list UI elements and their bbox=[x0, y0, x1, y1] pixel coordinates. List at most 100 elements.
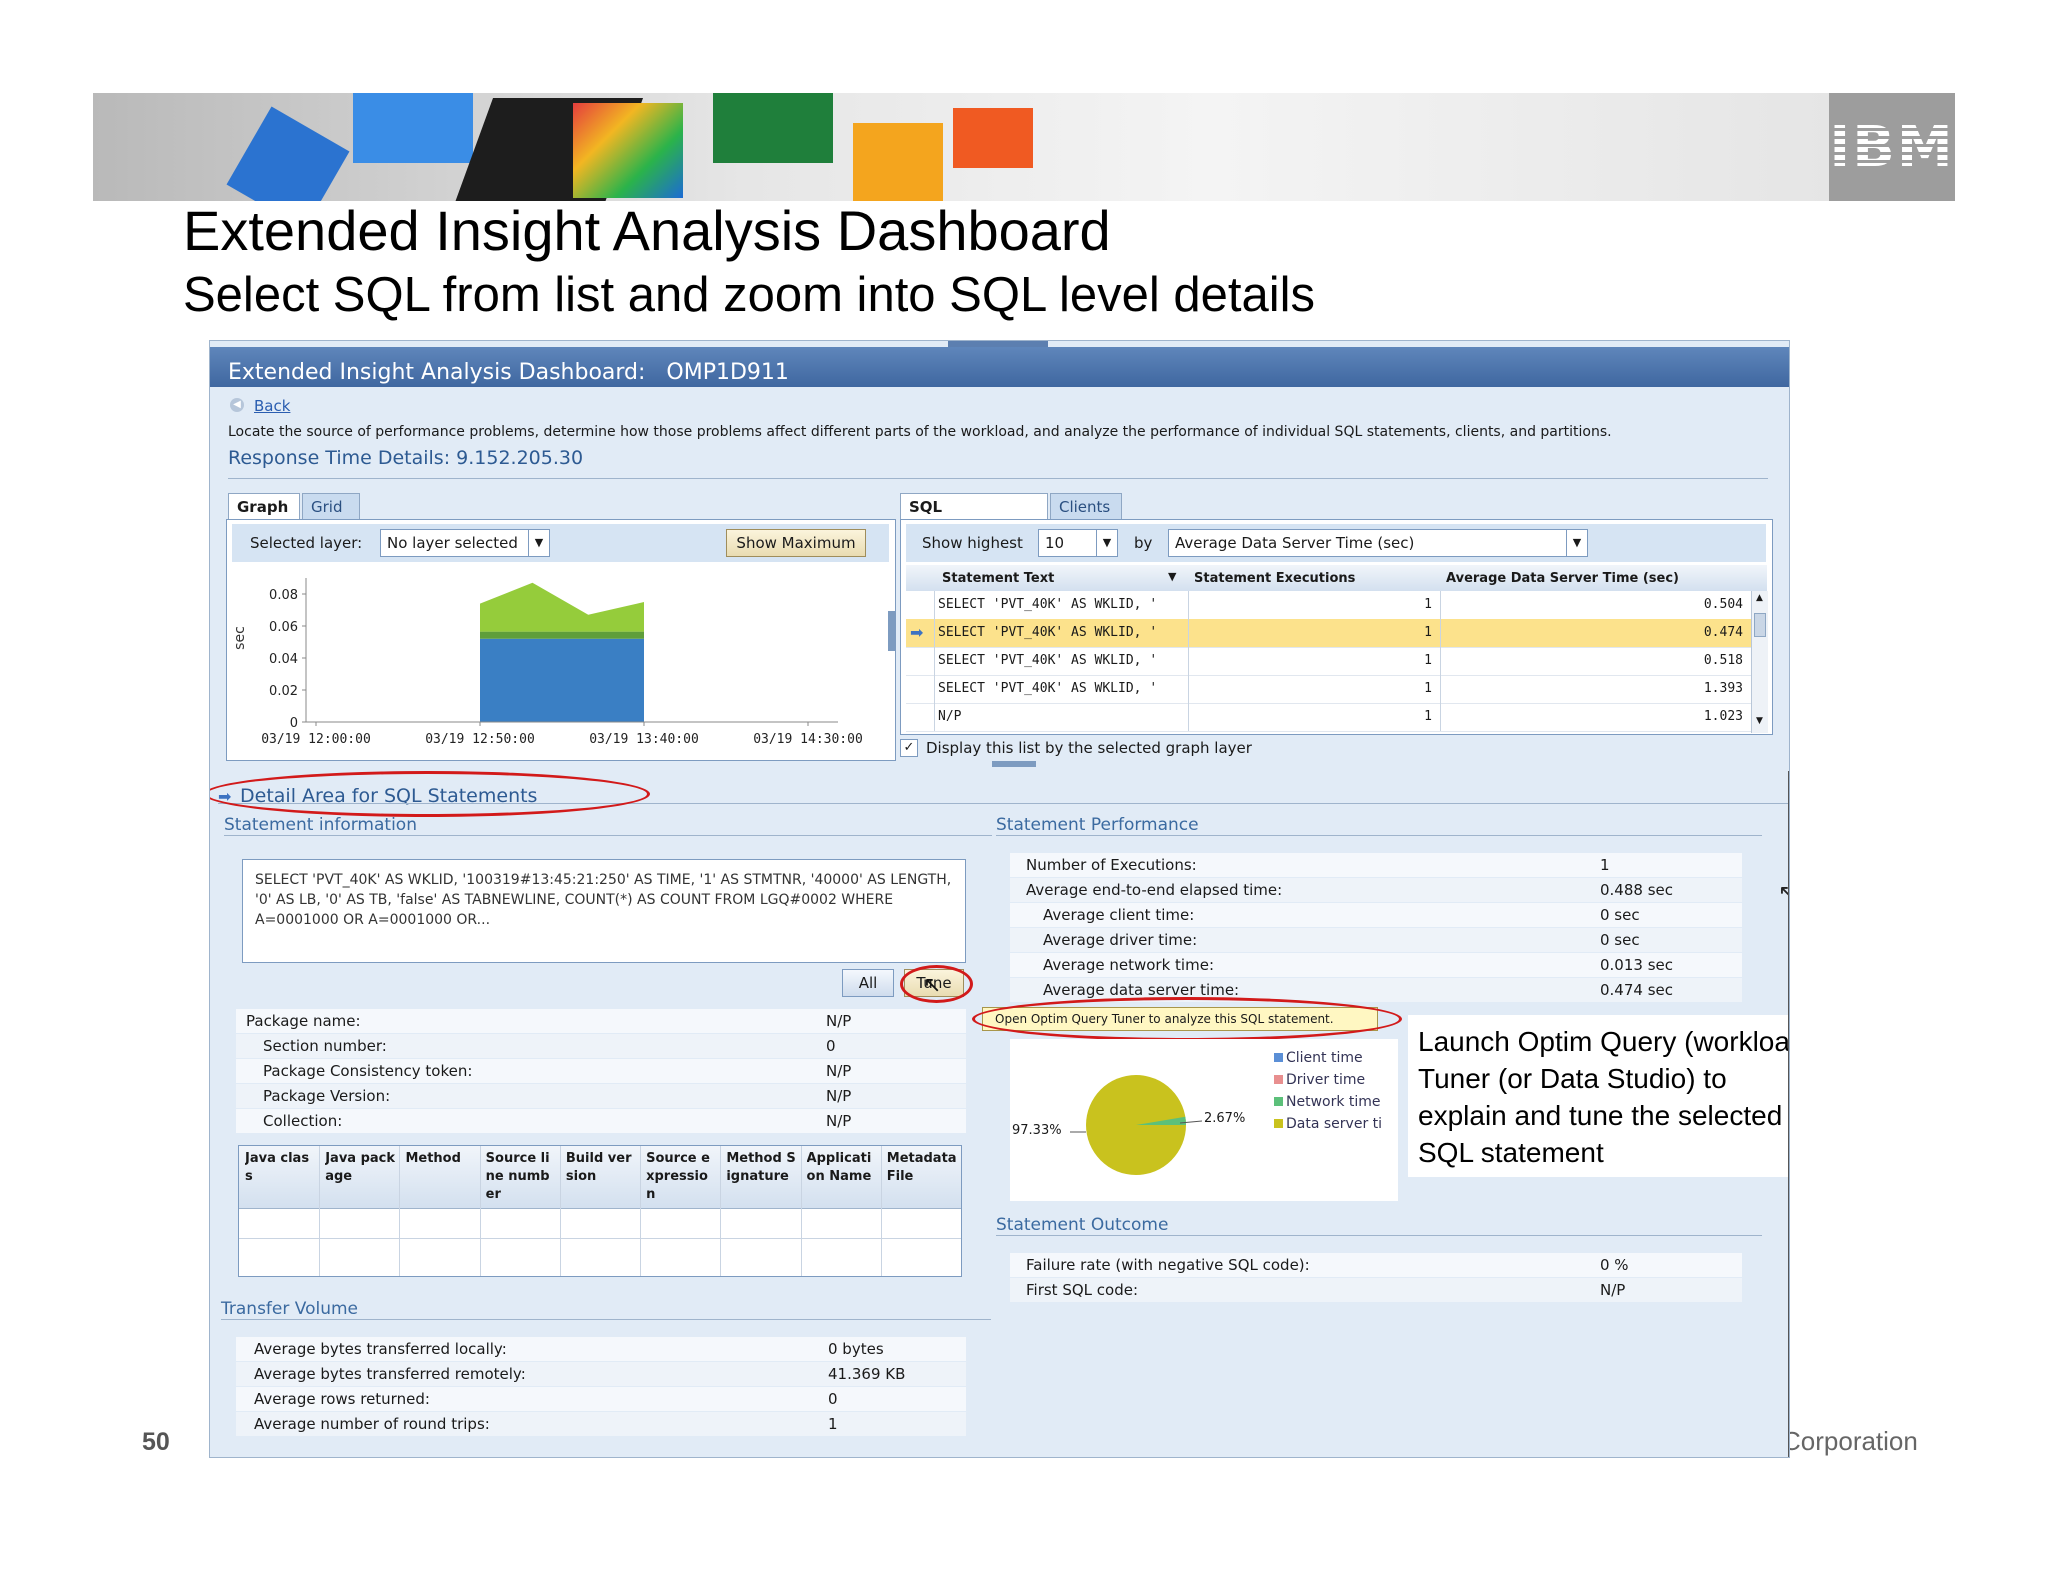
y-axis-ticks: 0.08 0.06 0.04 0.02 0 bbox=[269, 588, 306, 731]
info-value: N/P bbox=[826, 1087, 852, 1105]
column-divider bbox=[934, 675, 935, 703]
statement-information-head: Statement information bbox=[224, 815, 417, 835]
y-tick-label: 0.08 bbox=[269, 588, 298, 603]
splitter-handle[interactable] bbox=[992, 761, 1036, 767]
java-col-header[interactable]: Metadata File bbox=[887, 1150, 957, 1206]
display-by-layer-label: Display this list by the selected graph … bbox=[926, 739, 1252, 757]
cell-statement-text: SELECT 'PVT_40K' AS WKLID, '... bbox=[938, 625, 1160, 640]
java-col-header[interactable]: Method bbox=[405, 1150, 475, 1206]
sql-grid-scrollbar[interactable]: ▲ ▼ bbox=[1751, 591, 1768, 733]
col-avg-data-server-time[interactable]: Average Data Server Time (sec) bbox=[1446, 571, 1679, 586]
scroll-down-icon[interactable]: ▼ bbox=[1754, 716, 1765, 730]
pie-label-big: 97.33% bbox=[1012, 1123, 1062, 1138]
column-divider bbox=[800, 1146, 802, 1276]
dashboard-description: Locate the source of performance problem… bbox=[228, 424, 1612, 440]
chart-area-series-0 bbox=[480, 638, 644, 722]
ibm-logo: IBM bbox=[1829, 115, 1955, 180]
cell-statement-text: SELECT 'PVT_40K' AS WKLID, '... bbox=[938, 681, 1160, 696]
transfer-volume-head: Transfer Volume bbox=[221, 1299, 358, 1319]
display-by-layer-checkbox[interactable]: ✓ bbox=[900, 739, 918, 757]
layer-select[interactable]: No layer selected ▼ bbox=[380, 529, 550, 557]
java-col-header[interactable]: Method Signature bbox=[726, 1150, 796, 1206]
java-col-header[interactable]: Java package bbox=[325, 1150, 395, 1206]
column-divider bbox=[880, 1146, 882, 1276]
x-tick-label: 03/19 12:00:00 bbox=[261, 732, 371, 747]
time-breakdown-pie-chart: 97.33% 2.67% Client time Driver time Netwo… bbox=[1010, 1039, 1398, 1201]
tab-grid[interactable]: Grid bbox=[302, 493, 360, 519]
cell-statement-text: N/P bbox=[938, 709, 962, 724]
by-label: by bbox=[1134, 534, 1153, 552]
table-row[interactable]: SELECT 'PVT_40K' AS WKLID, '... 1 0.504 bbox=[906, 591, 1751, 620]
java-col-header[interactable]: Source line number bbox=[486, 1150, 556, 1206]
table-row[interactable]: ➡ SELECT 'PVT_40K' AS WKLID, '... 1 0.474 bbox=[906, 619, 1751, 648]
info-row: Section number: 0 bbox=[236, 1034, 966, 1058]
pie-label-small: 2.67% bbox=[1204, 1111, 1246, 1126]
legend-swatch bbox=[1274, 1119, 1283, 1128]
all-button[interactable]: All bbox=[842, 969, 894, 997]
java-col-header[interactable]: Application Name bbox=[807, 1150, 877, 1206]
callout-line: Tuner (or Data Studio) to bbox=[1418, 1063, 1727, 1094]
tab-clients[interactable]: Clients bbox=[1050, 493, 1122, 519]
table-row[interactable]: SELECT 'PVT_40K' AS WKLID, '... 1 1.393 bbox=[906, 675, 1751, 704]
y-tick-label: 0 bbox=[290, 716, 298, 731]
info-key: Average bytes transferred locally: bbox=[254, 1340, 507, 1358]
info-value: 0 sec bbox=[1600, 931, 1640, 949]
dashboard-header: Extended Insight Analysis Dashboard: OMP… bbox=[210, 347, 1789, 387]
scroll-up-icon[interactable]: ▲ bbox=[1754, 593, 1765, 607]
cell-executions: 1 bbox=[1424, 681, 1432, 696]
show-maximum-button[interactable]: Show Maximum bbox=[726, 529, 866, 557]
java-col-header[interactable]: Source expression bbox=[646, 1150, 716, 1206]
info-row: Average bytes transferred locally: 0 byte… bbox=[236, 1337, 966, 1361]
java-col-header[interactable]: Java class bbox=[245, 1150, 315, 1206]
cell-executions: 1 bbox=[1424, 709, 1432, 724]
col-statement-executions[interactable]: Statement Executions bbox=[1194, 571, 1355, 586]
show-highest-select[interactable]: 10 ▼ bbox=[1038, 529, 1118, 557]
banner-cube-shape bbox=[853, 123, 943, 201]
java-col-header[interactable]: Build version bbox=[566, 1150, 636, 1206]
callout-box: Launch Optim Query (workload) Tuner (or … bbox=[1408, 1015, 1789, 1177]
scrollbar-thumb[interactable] bbox=[1754, 613, 1766, 637]
column-divider bbox=[1188, 703, 1189, 731]
table-row[interactable]: SELECT 'PVT_40K' AS WKLID, '... 1 0.518 bbox=[906, 647, 1751, 676]
y-axis-label: sec bbox=[232, 626, 248, 650]
legend-label: Network time bbox=[1286, 1094, 1381, 1110]
info-key: Failure rate (with negative SQL code): bbox=[1026, 1256, 1310, 1274]
column-divider bbox=[319, 1146, 321, 1276]
column-divider bbox=[934, 591, 935, 619]
sort-metric-value: Average Data Server Time (sec) bbox=[1175, 534, 1415, 552]
response-time-value: 9.152.205.30 bbox=[456, 447, 584, 469]
tab-graph[interactable]: Graph bbox=[228, 493, 300, 519]
sort-metric-select[interactable]: Average Data Server Time (sec) ▼ bbox=[1168, 529, 1588, 557]
info-row: Average rows returned: 0 bbox=[236, 1387, 966, 1411]
sort-desc-icon[interactable]: ▼ bbox=[1168, 570, 1176, 583]
info-row: Collection: N/P bbox=[236, 1109, 966, 1133]
info-row: Average number of round trips: 1 bbox=[236, 1412, 966, 1436]
cell-avg-time: 0.504 bbox=[1703, 597, 1743, 612]
callout-line: explain and tune the selected bbox=[1418, 1100, 1783, 1131]
info-value: 0 sec bbox=[1600, 906, 1640, 924]
info-key: Package Consistency token: bbox=[263, 1062, 473, 1080]
legend-label: Driver time bbox=[1286, 1072, 1366, 1088]
info-row: Average network time: 0.013 sec bbox=[1010, 953, 1742, 977]
back-arrow-icon[interactable]: ◀ bbox=[230, 398, 244, 412]
column-divider bbox=[479, 1146, 481, 1276]
info-key: Average rows returned: bbox=[254, 1390, 430, 1408]
chart-area-series-1 bbox=[480, 631, 644, 639]
tab-sql-statements[interactable]: SQL Statements bbox=[900, 493, 1048, 542]
chevron-down-icon: ▼ bbox=[1096, 530, 1117, 556]
cell-avg-time: 0.518 bbox=[1703, 653, 1743, 668]
info-key: Average client time: bbox=[1043, 906, 1195, 924]
sql-text-area[interactable]: SELECT 'PVT_40K' AS WKLID, '100319#13:45… bbox=[242, 859, 966, 963]
table-row[interactable]: N/P 1 1.023 bbox=[906, 703, 1751, 732]
divider bbox=[224, 835, 992, 836]
splitter-handle[interactable] bbox=[888, 611, 896, 651]
package-info: Package name: N/P Section number: 0 Package … bbox=[236, 1009, 966, 1133]
y-tick-label: 0.02 bbox=[269, 684, 298, 699]
info-key: Package Version: bbox=[263, 1087, 391, 1105]
col-statement-text[interactable]: Statement Text bbox=[942, 571, 1054, 586]
chart-area-series-2 bbox=[480, 582, 644, 632]
info-key: Package name: bbox=[246, 1012, 361, 1030]
callout-text: Launch Optim Query (workload) Tuner (or … bbox=[1418, 1023, 1789, 1171]
back-link[interactable]: Back bbox=[254, 397, 290, 415]
selected-row-arrow-icon: ➡ bbox=[910, 623, 924, 642]
